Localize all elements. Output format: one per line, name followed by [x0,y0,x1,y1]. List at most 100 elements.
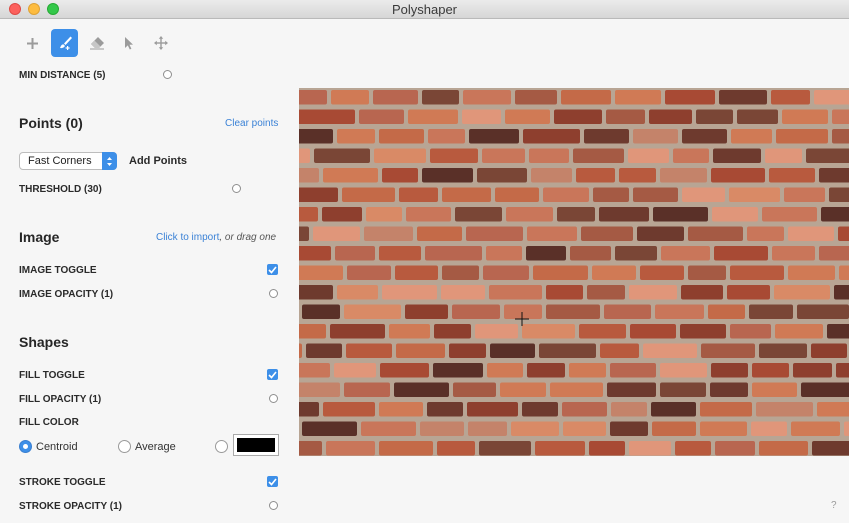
brick [708,304,745,319]
image-toggle-checkbox[interactable] [267,264,278,275]
brick [342,187,395,202]
fill-custom-radio[interactable] [215,440,232,453]
brick [660,382,706,397]
brick [775,324,823,339]
threshold-slider[interactable] [232,184,241,193]
brick [299,285,333,300]
brick [323,168,378,183]
brick [495,187,539,202]
clear-points-link[interactable]: Clear points [225,118,278,129]
brick [772,246,815,261]
brick [730,324,771,339]
brick [610,421,648,436]
brick [463,90,511,105]
eraser-tool-button[interactable] [83,29,110,57]
brick [347,265,391,280]
brick [299,207,318,222]
brick [660,363,707,378]
fill-toggle-checkbox[interactable] [267,369,278,380]
brick [576,168,615,183]
brick [344,382,390,397]
brick [827,324,849,339]
brick [838,226,849,241]
brick [651,402,696,417]
brick [379,441,433,456]
brick [727,285,770,300]
import-suffix: , or drag one [219,232,277,243]
brick [374,148,426,163]
detector-select-value: Fast Corners [28,155,92,167]
min-distance-label: MIN DISTANCE (5) [19,70,106,81]
detector-select[interactable]: Fast Corners [19,152,117,170]
move-tool-button[interactable] [147,29,174,57]
import-link[interactable]: Click to import [156,232,219,243]
brick [711,363,748,378]
brick [500,382,546,397]
stroke-opacity-slider[interactable] [269,501,278,510]
add-point-tool-button[interactable] [19,29,46,57]
brick [468,421,507,436]
brick [477,168,527,183]
brick [811,343,847,358]
brick [569,363,606,378]
brick [364,226,413,241]
brick [313,226,360,241]
window-title: Polyshaper [391,2,458,17]
fill-average-radio[interactable]: Average [118,440,176,453]
brick [346,343,392,358]
brick [751,421,787,436]
brick [729,187,780,202]
brick [712,207,758,222]
brick [600,343,639,358]
brick [299,226,309,241]
brick [469,129,519,144]
brick [302,421,357,436]
select-tool-button[interactable] [115,29,142,57]
brick [592,265,636,280]
brick [819,168,849,183]
help-button[interactable]: ? [831,500,837,511]
fill-color-swatch[interactable] [233,434,279,456]
add-points-button[interactable]: Add Points [129,155,187,167]
brick [713,148,761,163]
crosshair-cursor-icon [515,312,529,326]
brick [711,168,765,183]
brick [776,129,828,144]
brick [675,441,711,456]
import-hint: Click to import, or drag one [156,232,276,243]
fill-opacity-slider[interactable] [269,394,278,403]
brush-tool-button[interactable] [51,29,78,57]
min-distance-slider[interactable] [163,70,172,79]
brick [633,129,678,144]
fill-toggle-label: FILL TOGGLE [19,370,85,381]
stroke-opacity-label: STROKE OPACITY (1) [19,501,122,512]
brick [479,441,531,456]
brick [337,129,375,144]
brick [299,148,310,163]
brick [593,187,629,202]
image-canvas[interactable] [299,88,849,456]
brick [455,207,502,222]
brick [629,285,677,300]
brick [515,90,557,105]
brick [812,441,849,456]
brick [640,265,684,280]
brick [756,402,813,417]
image-opacity-slider[interactable] [269,289,278,298]
brick [462,109,501,124]
brick [788,226,834,241]
brick [546,285,583,300]
brick [557,207,595,222]
brick [832,109,849,124]
brick [607,382,656,397]
brick [688,265,726,280]
brick [649,109,692,124]
brick [788,265,835,280]
brick [719,90,767,105]
brick [299,363,330,378]
brick [836,363,849,378]
brick [382,285,437,300]
stroke-toggle-checkbox[interactable] [267,476,278,487]
brick [373,90,418,105]
fill-centroid-radio[interactable]: Centroid [19,440,78,453]
